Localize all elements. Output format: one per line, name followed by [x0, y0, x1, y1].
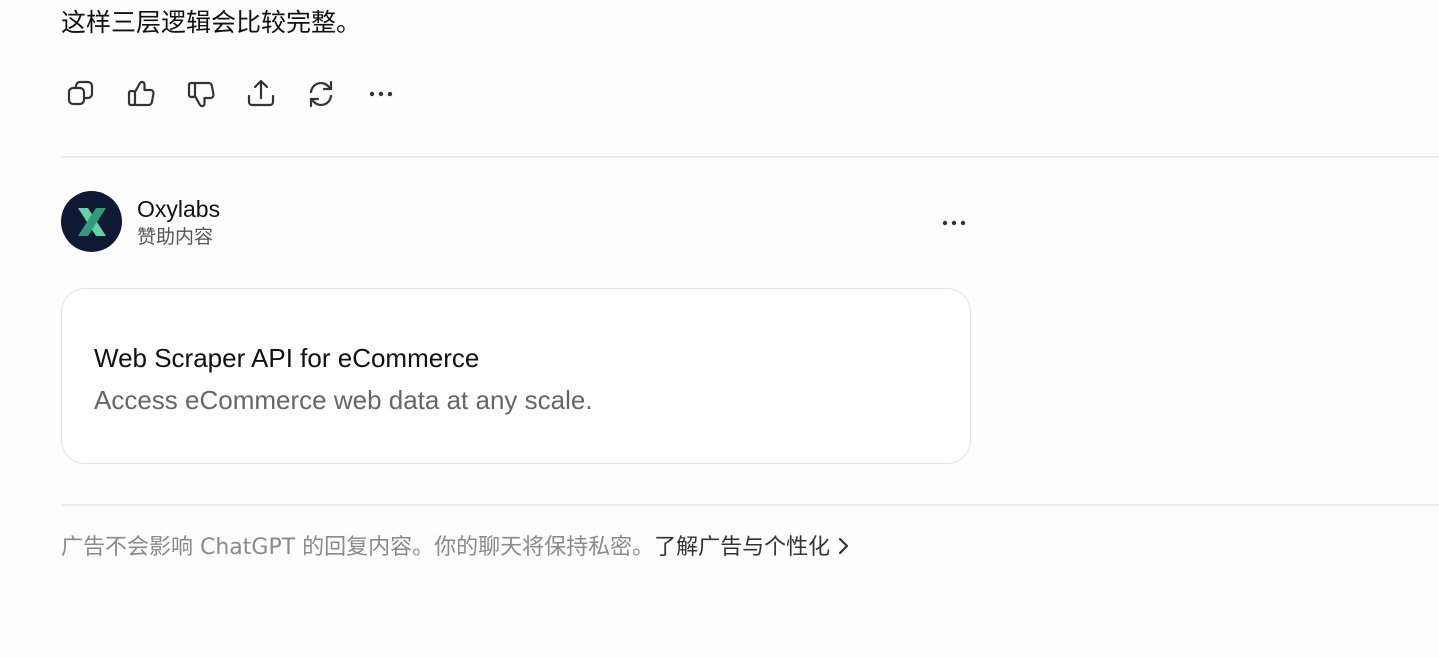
learn-about-ads-label: 了解广告与个性化 — [654, 535, 831, 560]
sponsor-header: Oxylabs 赞助内容 — [61, 191, 220, 252]
section-divider-bottom — [61, 504, 1439, 506]
bad-response-button[interactable] — [178, 72, 224, 116]
ad-title: Web Scraper API for eCommerce — [94, 343, 480, 373]
ad-disclaimer: 广告不会影响 ChatGPT 的回复内容。你的聊天将保持私密。了解广告与个性化 — [61, 532, 850, 564]
chat-page: 这样三层逻辑会比较完整。 Oxylabs 赞助内容 Web Scraper AP… — [0, 0, 1439, 658]
copy-button[interactable] — [58, 72, 104, 116]
sponsor-avatar[interactable] — [61, 191, 122, 252]
thumbs-down-icon — [187, 81, 215, 108]
share-icon — [247, 79, 275, 107]
copy-icon — [67, 80, 94, 106]
assistant-reply-text: 这样三层逻辑会比较完整。 — [61, 8, 362, 37]
share-button[interactable] — [238, 72, 284, 116]
learn-about-ads-link[interactable]: 了解广告与个性化 — [654, 535, 850, 560]
thumbs-up-icon — [127, 80, 155, 107]
good-response-button[interactable] — [118, 72, 164, 116]
ad-description: Access eCommerce web data at any scale. — [94, 385, 593, 415]
sponsor-name[interactable]: Oxylabs — [137, 194, 220, 224]
oxylabs-x-logo-icon — [77, 207, 106, 236]
more-horizontal-icon — [369, 91, 393, 97]
more-actions-button[interactable] — [358, 72, 404, 116]
sponsor-more-button[interactable] — [930, 205, 978, 241]
section-divider-top — [61, 156, 1439, 158]
disclaimer-text: 广告不会影响 ChatGPT 的回复内容。你的聊天将保持私密。 — [61, 535, 655, 560]
ad-card[interactable]: Web Scraper API for eCommerce Access eCo… — [61, 288, 971, 464]
regenerate-button[interactable] — [298, 72, 344, 116]
sponsored-label: 赞助内容 — [137, 225, 214, 248]
sponsor-meta: Oxylabs 赞助内容 — [137, 194, 220, 250]
more-horizontal-icon — [942, 220, 966, 226]
regenerate-icon — [309, 80, 333, 108]
chevron-right-icon — [839, 537, 849, 555]
message-action-bar — [58, 72, 404, 116]
